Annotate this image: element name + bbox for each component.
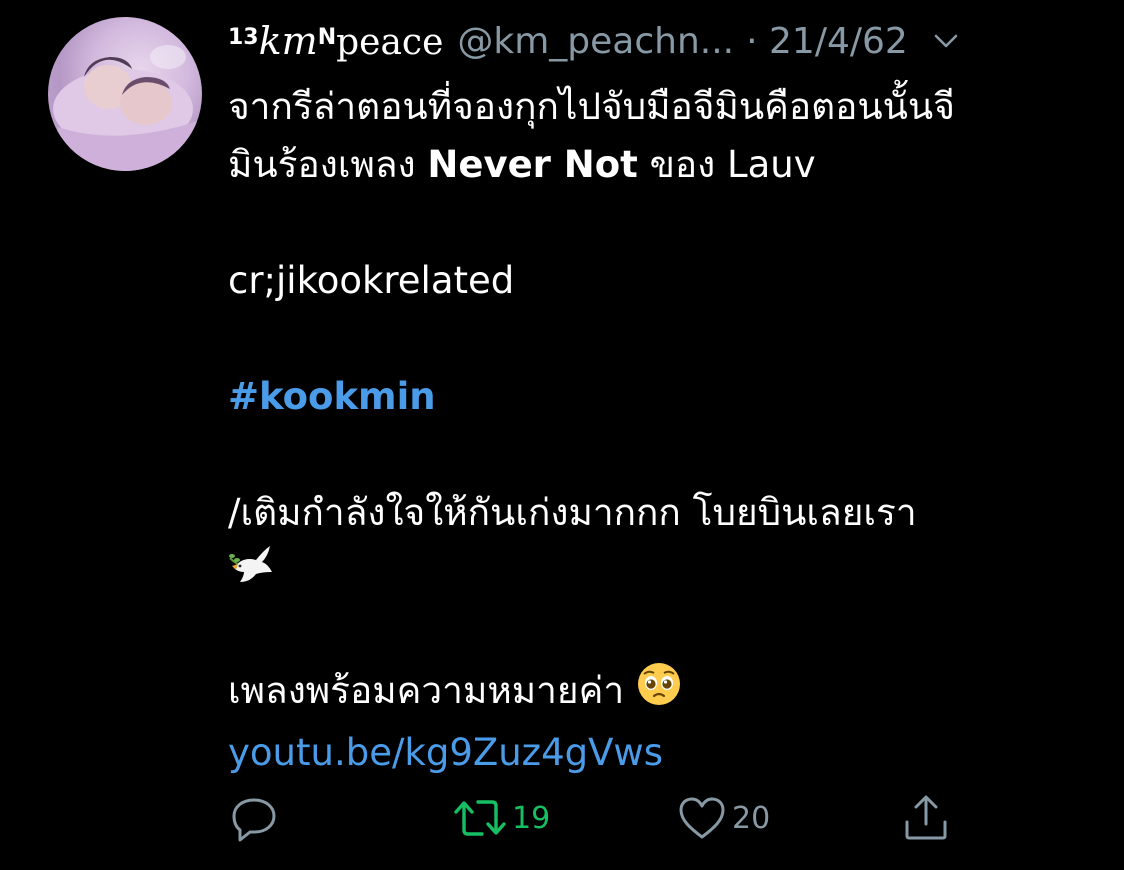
share-button[interactable] — [900, 790, 952, 846]
youtube-link[interactable]: youtu.be/kg9Zuz4gVws — [228, 731, 663, 774]
tweet-date[interactable]: · 21/4/62 — [746, 21, 908, 62]
tweet-header: 13kmNpeace @km_peachn... · 21/4/62 — [228, 12, 1084, 70]
avatar[interactable] — [48, 17, 202, 171]
dove-emoji — [228, 542, 274, 603]
author-name[interactable]: 13kmNpeace — [228, 19, 443, 63]
like-count: 20 — [732, 800, 771, 836]
credit-line: cr;jikookrelated — [228, 259, 515, 302]
song-line: เพลงพร้อมความหมายค่า — [228, 669, 625, 712]
chevron-down-icon[interactable] — [928, 23, 964, 59]
text-segment: มินร้องเพลง — [228, 143, 428, 186]
author-name-rest: peace — [336, 22, 444, 63]
song-title-bold: Never Not — [427, 143, 638, 186]
heart-icon — [679, 797, 725, 839]
tweet-actions: 19 20 — [228, 790, 988, 846]
author-handle[interactable]: @km_peachn... — [457, 21, 734, 62]
text-segment: ของ Lauv — [637, 143, 816, 186]
hashtag-link[interactable]: #kookmin — [228, 375, 436, 418]
reply-button[interactable] — [228, 790, 280, 846]
author-name-script: km — [258, 19, 318, 63]
reply-icon — [232, 798, 276, 842]
author-name-sup: N — [317, 25, 337, 50]
tweet-text: จากรีล่าตอนที่จองกุกไปจับมือจีมินคือตอนน… — [228, 78, 1088, 782]
like-button[interactable]: 20 — [676, 790, 770, 846]
text-line: มินร้องเพลง Never Not ของ Lauv — [228, 136, 1088, 194]
tweet[interactable]: 13kmNpeace @km_peachn... · 21/4/62 จากรี… — [0, 0, 1124, 870]
note-line: /เติมกำลังใจให้กันเก่งมากกก โบยบินเลยเรา — [228, 491, 917, 534]
author-name-prefix: 13 — [228, 25, 259, 50]
share-icon — [905, 795, 947, 840]
retweet-button[interactable]: 19 — [452, 790, 550, 846]
retweet-icon — [454, 800, 506, 836]
retweet-count: 19 — [512, 800, 551, 836]
text-line: จากรีล่าตอนที่จองกุกไปจับมือจีมินคือตอนน… — [228, 85, 955, 128]
pleading-face-emoji — [636, 661, 682, 724]
